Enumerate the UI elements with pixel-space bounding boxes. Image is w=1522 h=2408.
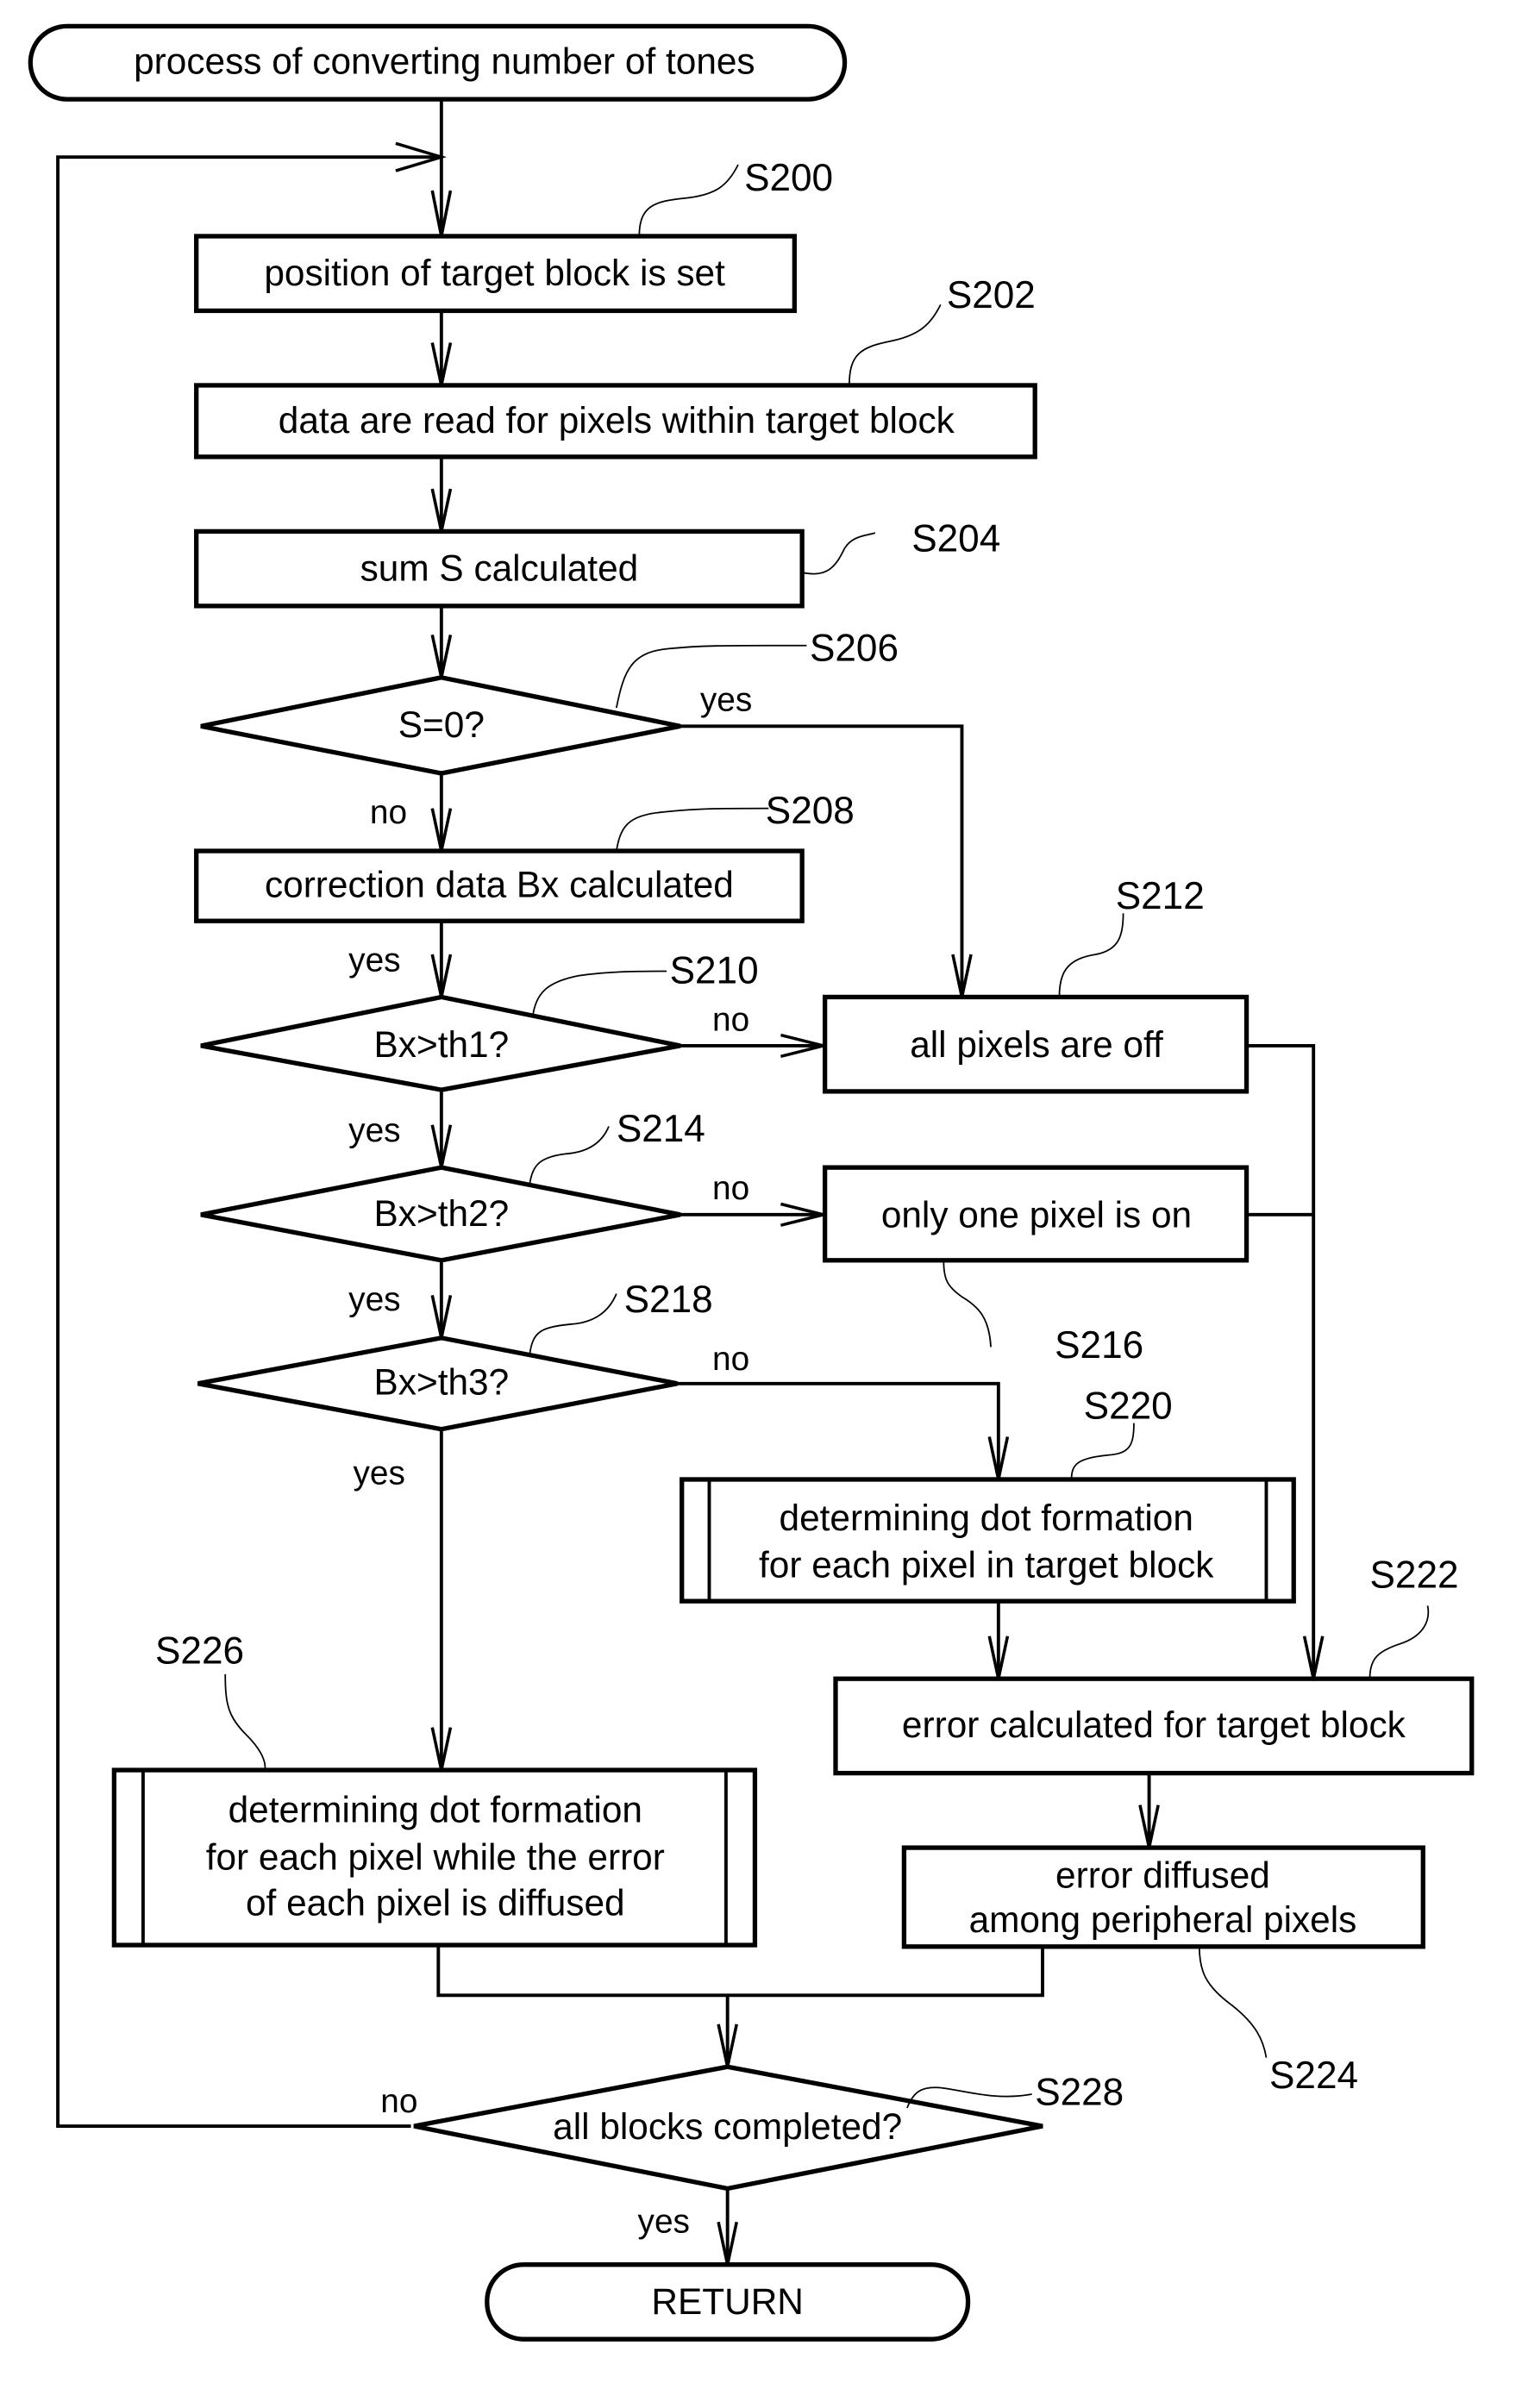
decision-s206-text: S=0? xyxy=(398,704,485,745)
step-s226-text-line1: determining dot formation xyxy=(229,1790,642,1830)
step-s202-id: S202 xyxy=(947,274,1036,316)
decision-s228-text: all blocks completed? xyxy=(553,2106,902,2147)
decision-s210-id: S210 xyxy=(670,950,759,992)
branch-no-label: no xyxy=(712,1001,749,1038)
decision-s210: Bx>th1? S210 no xyxy=(200,950,759,1092)
step-s220: determining dot formation for each pixel… xyxy=(680,1385,1296,1604)
decision-s206-id: S206 xyxy=(810,627,899,669)
step-s212: all pixels are off S212 xyxy=(822,875,1250,1094)
decision-s214-id: S214 xyxy=(617,1108,705,1150)
decision-s228-id: S228 xyxy=(1035,2071,1124,2113)
decision-s206: S=0? S206 yes xyxy=(200,627,899,776)
step-s224: error diffused among peripheral pixels S… xyxy=(901,1845,1425,2097)
step-s224-text-line2: among peripheral pixels xyxy=(969,1899,1357,1940)
step-s220-text-line2: for each pixel in target block xyxy=(759,1545,1214,1586)
branch-yes-label: yes xyxy=(353,1454,404,1492)
step-s212-text: all pixels are off xyxy=(910,1024,1163,1065)
step-s222-text: error calculated for target block xyxy=(902,1704,1406,1745)
step-s224-text-line1: error diffused xyxy=(1055,1855,1270,1896)
branch-yes-label: yes xyxy=(348,1281,400,1318)
step-s220-text-line1: determining dot formation xyxy=(780,1498,1193,1538)
step-s208-text: correction data Bx calculated xyxy=(265,865,734,905)
branch-yes-label: yes xyxy=(638,2204,690,2241)
step-s204-text: sum S calculated xyxy=(360,547,639,588)
branch-no-label: no xyxy=(370,794,407,831)
branch-yes-label: yes xyxy=(700,682,752,719)
decision-s214: Bx>th2? S214 no xyxy=(200,1108,749,1263)
step-s216-id: S216 xyxy=(1055,1324,1143,1367)
decision-s218-text: Bx>th3? xyxy=(374,1362,510,1403)
step-s220-id: S220 xyxy=(1084,1385,1173,1427)
branch-no-label: no xyxy=(712,1341,749,1378)
decision-s218-id: S218 xyxy=(624,1279,713,1321)
step-s202-text: data are read for pixels within target b… xyxy=(279,400,955,441)
end-label: RETURN xyxy=(651,2281,804,2322)
step-s224-id: S224 xyxy=(1269,2055,1358,2097)
connector xyxy=(436,1945,1044,1998)
step-s204-id: S204 xyxy=(911,517,1000,560)
end-terminator: RETURN xyxy=(485,2262,971,2342)
connector xyxy=(677,1381,1000,1479)
step-s216: only one pixel is on S216 xyxy=(822,1165,1250,1367)
decision-s218: Bx>th3? S218 no xyxy=(197,1279,749,1432)
step-s226-text-line3: of each pixel is diffused xyxy=(246,1882,625,1923)
branch-no-label: no xyxy=(712,1170,749,1207)
step-s216-text: only one pixel is on xyxy=(881,1195,1192,1235)
step-s204: sum S calculated S204 xyxy=(194,517,1000,609)
step-s226: determining dot formation for each pixel… xyxy=(111,1630,758,1948)
decision-s214-text: Bx>th2? xyxy=(374,1193,510,1234)
start-label: process of converting number of tones xyxy=(134,41,755,82)
decision-s210-text: Bx>th1? xyxy=(374,1024,510,1065)
branch-yes-label: yes xyxy=(348,941,400,979)
branch-no-label: no xyxy=(380,2083,417,2120)
branch-yes-label: yes xyxy=(348,1112,400,1149)
step-s226-id: S226 xyxy=(155,1630,244,1673)
step-s212-id: S212 xyxy=(1116,875,1205,917)
step-s200: position of target block is set S200 xyxy=(194,157,833,314)
step-s226-text-line2: for each pixel while the error xyxy=(206,1836,665,1877)
flowchart: process of converting number of tones po… xyxy=(28,23,1475,2342)
start-terminator: process of converting number of tones xyxy=(28,23,848,102)
step-s200-id: S200 xyxy=(744,157,833,199)
step-s200-text: position of target block is set xyxy=(264,253,725,293)
step-s208: correction data Bx calculated S208 xyxy=(194,790,855,923)
decision-s228: all blocks completed? S228 no xyxy=(380,2064,1124,2192)
step-s208-id: S208 xyxy=(766,790,855,832)
step-s222-id: S222 xyxy=(1370,1554,1459,1596)
